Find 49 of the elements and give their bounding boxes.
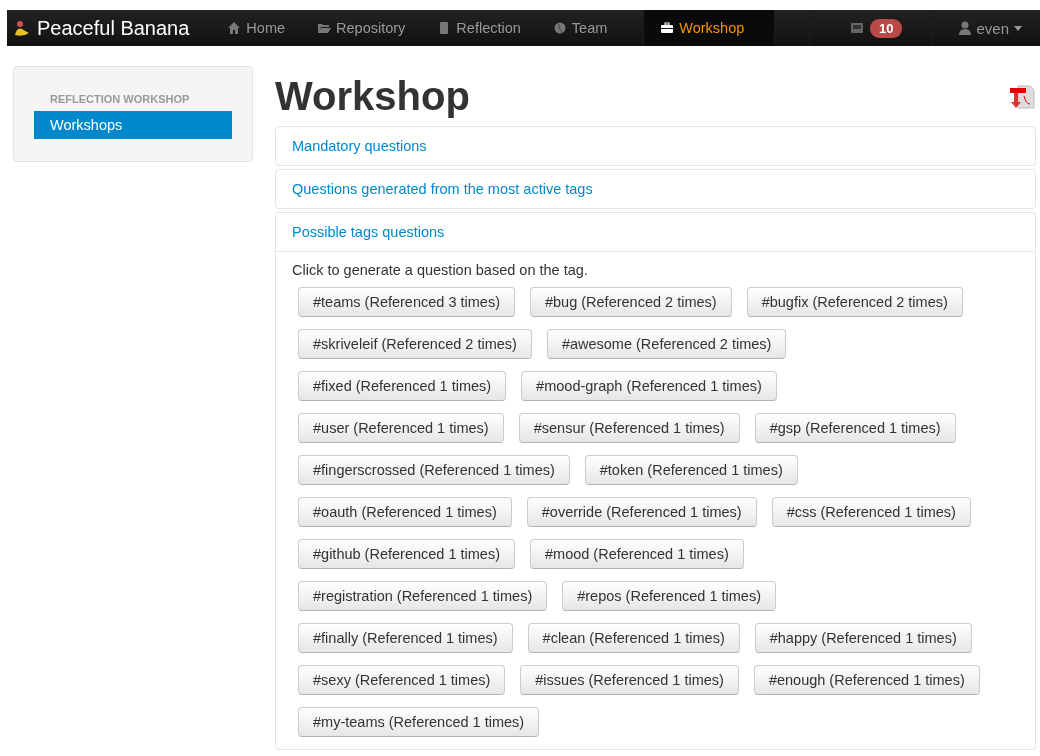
inbox-icon[interactable] (850, 21, 864, 35)
tag-button[interactable]: #mood-graph (Referenced 1 times) (521, 371, 777, 401)
tag-button[interactable]: #github (Referenced 1 times) (298, 539, 515, 569)
sidebar-header: REFLECTION WORKSHOP (49, 93, 191, 105)
tag-button[interactable]: #registration (Referenced 1 times) (298, 581, 548, 611)
user-icon (959, 21, 972, 35)
tag-button[interactable]: #fixed (Referenced 1 times) (298, 371, 507, 401)
nav-link[interactable]: Team (536, 10, 624, 46)
tag-button[interactable]: #mood (Referenced 1 times) (530, 539, 744, 569)
tag-button[interactable]: #my-teams (Referenced 1 times) (298, 707, 540, 737)
tag-button[interactable]: #bug (Referenced 2 times) (529, 287, 732, 317)
nav-link[interactable]: Home (211, 10, 302, 46)
caret-icon (1014, 25, 1022, 31)
home-icon (227, 21, 242, 35)
briefcase-icon (660, 21, 675, 35)
tag-button[interactable]: #repos (Referenced 1 times) (562, 581, 776, 611)
tag-button[interactable]: #awesome (Referenced 2 times) (546, 329, 787, 359)
tag-button[interactable]: #finally (Referenced 1 times) (298, 623, 513, 653)
panel-header[interactable]: Questions generated from the most active tags (276, 170, 1035, 208)
page-title: Workshop (275, 73, 470, 119)
panel-header[interactable]: Mandatory questions (276, 127, 1035, 165)
sidebar-item[interactable]: Workshops (34, 111, 232, 139)
tag-button[interactable]: #issues (Referenced 1 times) (520, 665, 739, 695)
tag-button[interactable]: #user (Referenced 1 times) (298, 413, 504, 443)
panel-header[interactable]: Possible tags questions (276, 213, 1035, 252)
tag-button[interactable]: #teams (Referenced 3 times) (298, 287, 515, 317)
tag-button[interactable]: #override (Referenced 1 times) (526, 497, 757, 527)
tag-button[interactable]: #sensur (Referenced 1 times) (518, 413, 740, 443)
tag-button[interactable]: #css (Referenced 1 times) (771, 497, 971, 527)
user-menu[interactable]: even (933, 10, 1040, 46)
nav-link[interactable]: Reflection (421, 10, 537, 46)
tag-button[interactable]: #sexy (Referenced 1 times) (298, 665, 506, 695)
notification-count[interactable]: 10 (870, 18, 903, 38)
tag-button[interactable]: #happy (Referenced 1 times) (754, 623, 972, 653)
tag-button[interactable]: #skriveleif (Referenced 2 times) (298, 329, 532, 359)
nav-link[interactable]: Repository (301, 10, 422, 46)
nav-link[interactable]: Workshop (643, 10, 776, 46)
globe-icon (552, 21, 567, 35)
pdf-download-icon[interactable] (1008, 82, 1036, 110)
brand-link[interactable]: Peaceful Banana (7, 10, 212, 46)
tag-button[interactable]: #token (Referenced 1 times) (584, 455, 798, 485)
tag-button[interactable]: #bugfix (Referenced 2 times) (746, 287, 963, 317)
tag-button[interactable]: #fingerscrossed (Referenced 1 times) (298, 455, 570, 485)
tag-button[interactable]: #enough (Referenced 1 times) (753, 665, 980, 695)
folder-icon (317, 21, 332, 35)
tag-button[interactable]: #oauth (Referenced 1 times) (298, 497, 512, 527)
instruction-text: Click to generate a question based on the tag. (292, 262, 589, 278)
tag-button[interactable]: #clean (Referenced 1 times) (527, 623, 740, 653)
tag-button[interactable]: #gsp (Referenced 1 times) (754, 413, 956, 443)
